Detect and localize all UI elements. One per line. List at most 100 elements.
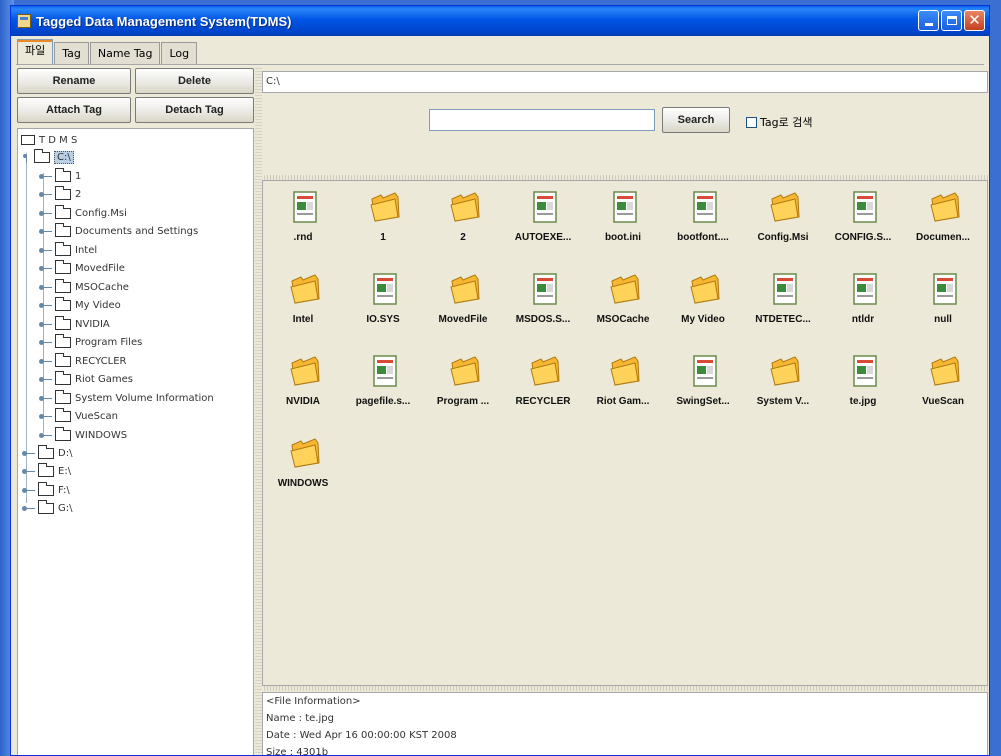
folder-icon: [38, 444, 54, 459]
tree-node[interactable]: Config.Msi: [39, 204, 127, 222]
title-bar[interactable]: Tagged Data Management System(TDMS) ✕: [11, 6, 989, 36]
tab-bar: 파일 Tag Name Tag Log: [17, 39, 198, 64]
collapse-handle-icon: [22, 467, 36, 476]
folder-item[interactable]: 1: [343, 187, 423, 267]
tab-tag[interactable]: Tag: [54, 42, 89, 64]
vertical-splitter[interactable]: [255, 66, 262, 755]
maximize-icon: [946, 16, 957, 25]
delete-button[interactable]: Delete: [135, 68, 254, 94]
file-name: Documen...: [916, 232, 970, 243]
tree-node[interactable]: Program Files: [39, 334, 142, 352]
file-item[interactable]: .rnd: [263, 187, 343, 267]
file-item[interactable]: IO.SYS: [343, 269, 423, 349]
tree-node[interactable]: My Video: [39, 297, 121, 315]
tree-node[interactable]: Documents and Settings: [39, 223, 198, 241]
collapse-handle-icon: [39, 246, 53, 255]
folder-icon: [929, 189, 961, 225]
tab-log[interactable]: Log: [161, 42, 198, 64]
collapse-handle-icon: [39, 412, 53, 421]
tree-node[interactable]: MSOCache: [39, 278, 129, 296]
file-icon: [529, 189, 561, 225]
tree-node[interactable]: WINDOWS: [39, 426, 127, 444]
folder-icon: [449, 353, 481, 389]
tree-drive-node[interactable]: G:\: [22, 500, 73, 518]
maximize-button[interactable]: [941, 10, 962, 31]
search-row: Search Tag로 검색: [262, 94, 988, 176]
file-item[interactable]: bootfont....: [663, 187, 743, 267]
folder-item[interactable]: WINDOWS: [263, 433, 343, 513]
tree-node[interactable]: VueScan: [39, 408, 118, 426]
folder-item[interactable]: Documen...: [903, 187, 983, 267]
close-button[interactable]: ✕: [964, 10, 985, 31]
folder-icon: [289, 435, 321, 471]
file-name: Intel: [292, 314, 314, 325]
search-input[interactable]: [429, 109, 655, 131]
file-item[interactable]: SwingSet...: [663, 351, 743, 431]
tab-name-tag[interactable]: Name Tag: [89, 42, 161, 64]
folder-item[interactable]: NVIDIA: [263, 351, 343, 431]
tree-node-selected[interactable]: C:\: [22, 148, 74, 166]
folder-item[interactable]: MSOCache: [583, 269, 663, 349]
file-item[interactable]: AUTOEXE...: [503, 187, 583, 267]
file-icon: [849, 353, 881, 389]
file-item[interactable]: MSDOS.S...: [503, 269, 583, 349]
path-field[interactable]: C:\: [262, 71, 988, 93]
tree-node[interactable]: 2: [39, 186, 81, 204]
folder-item[interactable]: Program ...: [423, 351, 503, 431]
rename-button[interactable]: Rename: [17, 68, 131, 94]
tree-node[interactable]: Riot Games: [39, 371, 133, 389]
folder-icon: [21, 135, 35, 145]
minimize-button[interactable]: [918, 10, 939, 31]
tree-node[interactable]: NVIDIA: [39, 315, 110, 333]
file-name: te.jpg: [849, 396, 877, 407]
folder-item[interactable]: Riot Gam...: [583, 351, 663, 431]
tree-drive-node[interactable]: D:\: [22, 444, 72, 462]
collapse-handle-icon: [22, 504, 36, 513]
tree-node[interactable]: MovedFile: [39, 260, 125, 278]
folder-item[interactable]: VueScan: [903, 351, 983, 431]
folder-icon: [55, 204, 71, 219]
folder-item[interactable]: My Video: [663, 269, 743, 349]
file-item[interactable]: boot.ini: [583, 187, 663, 267]
tree-node[interactable]: RECYCLER: [39, 352, 126, 370]
file-item[interactable]: ntldr: [823, 269, 903, 349]
tree-node[interactable]: System Volume Information: [39, 389, 214, 407]
folder-item[interactable]: RECYCLER: [503, 351, 583, 431]
tree-node-label: D:\: [58, 447, 73, 459]
horizontal-splitter[interactable]: [262, 686, 988, 691]
file-icon: [849, 271, 881, 307]
collapse-handle-icon: [39, 209, 53, 218]
file-item[interactable]: NTDETEC...: [743, 269, 823, 349]
file-name: My Video: [681, 314, 725, 325]
tree-drive-node[interactable]: E:\: [22, 463, 71, 481]
folder-icon: [289, 353, 321, 389]
file-name: WINDOWS: [277, 478, 329, 489]
tree-drive-node[interactable]: F:\: [22, 481, 70, 499]
tree-node[interactable]: 1: [39, 167, 81, 185]
folder-item[interactable]: System V...: [743, 351, 823, 431]
folder-tree[interactable]: T D M S C:\ 1 2 Config.Msi Documents and Se…: [17, 128, 254, 755]
file-name: CONFIG.S...: [834, 232, 892, 243]
tree-node-label: MSOCache: [75, 281, 129, 293]
folder-item[interactable]: Intel: [263, 269, 343, 349]
file-item[interactable]: pagefile.s...: [343, 351, 423, 431]
folder-icon: [55, 352, 71, 367]
folder-item[interactable]: 2: [423, 187, 503, 267]
search-button[interactable]: Search: [662, 107, 730, 133]
tree-node[interactable]: Intel: [39, 241, 97, 259]
folder-item[interactable]: MovedFile: [423, 269, 503, 349]
detach-tag-button[interactable]: Detach Tag: [135, 97, 254, 123]
file-item[interactable]: CONFIG.S...: [823, 187, 903, 267]
tree-node-label: My Video: [75, 300, 121, 311]
folder-item[interactable]: Config.Msi: [743, 187, 823, 267]
file-item[interactable]: null: [903, 269, 983, 349]
attach-tag-button[interactable]: Attach Tag: [17, 97, 131, 123]
file-item[interactable]: te.jpg: [823, 351, 903, 431]
tab-file[interactable]: 파일: [17, 39, 54, 64]
tree-node-label: Program Files: [75, 337, 143, 348]
tree-root[interactable]: T D M S: [21, 131, 77, 149]
tag-search-checkbox[interactable]: Tag로 검색: [746, 114, 812, 130]
expand-handle-icon: [22, 153, 31, 163]
folder-icon: [929, 353, 961, 389]
file-icon: [369, 271, 401, 307]
